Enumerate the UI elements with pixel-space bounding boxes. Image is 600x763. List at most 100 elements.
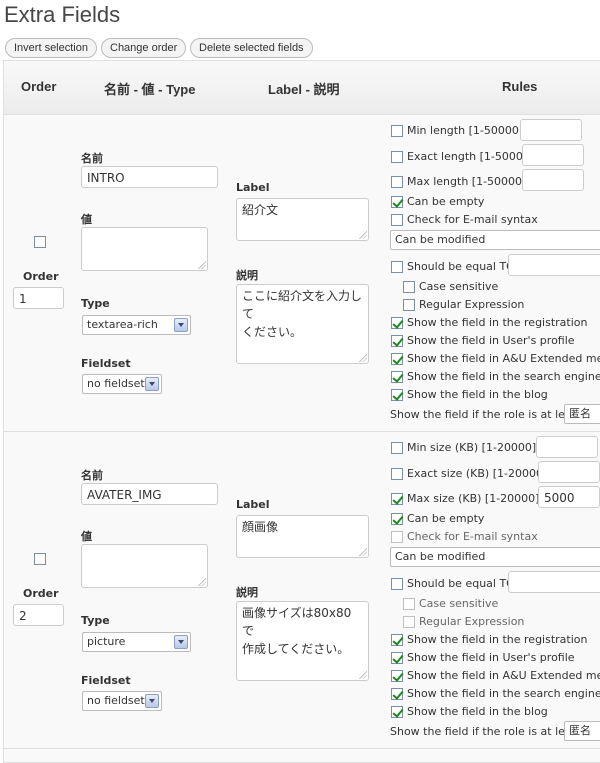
case-sensitive-checkbox[interactable]: [403, 598, 415, 610]
min-length-checkbox[interactable]: [391, 125, 403, 137]
type-select-value: picture: [87, 635, 126, 648]
invert-selection-button[interactable]: Invert selection: [5, 38, 97, 58]
type-label: Type: [81, 614, 110, 627]
value-textarea[interactable]: [81, 544, 208, 588]
extra-fields-table: Order 名前 - 値 - Type Label - 説明 Rules Ord…: [3, 60, 600, 763]
header-name: 名前 - 値 - Type: [104, 82, 196, 97]
show-registration-label: Show the field in the registration: [407, 633, 588, 646]
should-equal-label: Should be equal TO:: [407, 577, 519, 590]
can-be-empty-checkbox[interactable]: [391, 196, 403, 208]
change-order-button[interactable]: Change order: [101, 38, 187, 58]
type-select[interactable]: textarea-rich: [82, 315, 191, 335]
show-au-menu-checkbox[interactable]: [391, 353, 403, 365]
show-registration-checkbox[interactable]: [391, 317, 403, 329]
show-search-label: Show the field in the search engine: [407, 370, 600, 383]
should-equal-input[interactable]: [508, 254, 600, 276]
regular-expression-label: Regular Expression: [419, 615, 525, 628]
show-profile-checkbox[interactable]: [391, 652, 403, 664]
max-length-input[interactable]: [522, 169, 584, 191]
label-textarea[interactable]: 顔画像: [236, 515, 369, 558]
can-be-empty-label: Can be empty: [407, 512, 485, 525]
description-textarea[interactable]: 画像サイズは80x80で 作成してください。: [236, 601, 369, 681]
case-sensitive-label: Case sensitive: [419, 597, 499, 610]
table-row: Order 2 名前 AVATER_IMG 値 Type picture Fie…: [4, 433, 600, 749]
value-label: 値: [81, 213, 92, 226]
type-select[interactable]: picture: [82, 632, 191, 652]
value-label: 値: [81, 530, 92, 543]
show-au-menu-checkbox[interactable]: [391, 670, 403, 682]
max-length-checkbox[interactable]: [391, 176, 403, 188]
header-label: Label - 説明: [268, 82, 340, 97]
chevron-down-icon: [174, 635, 188, 649]
case-sensitive-checkbox[interactable]: [403, 281, 415, 293]
header-rules: Rules: [502, 79, 538, 94]
label-textarea[interactable]: 紹介文: [236, 198, 369, 241]
min-length-input[interactable]: [520, 119, 582, 141]
chevron-down-icon: [145, 377, 159, 391]
name-input[interactable]: AVATER_IMG: [81, 483, 218, 505]
min-length-label: Min length [1-50000]:: [407, 124, 527, 137]
show-search-label: Show the field in the search engine: [407, 687, 600, 700]
regular-expression-label: Regular Expression: [419, 298, 525, 311]
max-size-checkbox[interactable]: [391, 493, 403, 505]
name-input[interactable]: INTRO: [81, 166, 218, 188]
should-equal-checkbox[interactable]: [391, 261, 403, 273]
label-label: Label: [236, 498, 270, 511]
show-blog-checkbox[interactable]: [391, 706, 403, 718]
order-input[interactable]: 1: [13, 287, 64, 309]
should-equal-label: Should be equal TO:: [407, 260, 519, 273]
modify-select[interactable]: Can be modified: [390, 547, 600, 567]
min-size-input[interactable]: [536, 436, 598, 458]
should-equal-input[interactable]: [508, 571, 600, 593]
show-profile-checkbox[interactable]: [391, 335, 403, 347]
show-role-label: Show the field if the role is at least:: [390, 725, 586, 738]
show-profile-label: Show the field in User's profile: [407, 651, 575, 664]
show-blog-label: Show the field in the blog: [407, 388, 548, 401]
should-equal-checkbox[interactable]: [391, 578, 403, 590]
show-profile-label: Show the field in User's profile: [407, 334, 575, 347]
show-au-menu-label: Show the field in A&U Extended menu: [407, 669, 600, 682]
max-size-input[interactable]: 5000: [538, 486, 600, 508]
table-header: Order 名前 - 値 - Type Label - 説明 Rules: [4, 61, 600, 115]
show-search-checkbox[interactable]: [391, 688, 403, 700]
order-label: Order: [23, 270, 59, 283]
role-select[interactable]: 匿名: [564, 721, 600, 741]
role-select[interactable]: 匿名: [564, 404, 600, 424]
show-search-checkbox[interactable]: [391, 371, 403, 383]
exact-length-checkbox[interactable]: [391, 151, 403, 163]
type-label: Type: [81, 297, 110, 310]
description-textarea[interactable]: ここに紹介文を入力して ください。: [236, 284, 369, 364]
fieldset-select[interactable]: no fieldset: [82, 374, 162, 394]
row-select-checkbox[interactable]: [34, 236, 46, 248]
min-size-label: Min size (KB) [1-20000]:: [407, 441, 540, 454]
table-row: Order 1 名前 INTRO 値 Type textarea-rich Fi…: [4, 116, 600, 432]
show-blog-checkbox[interactable]: [391, 389, 403, 401]
exact-size-input[interactable]: [538, 461, 600, 483]
check-email-checkbox[interactable]: [391, 531, 403, 543]
check-email-checkbox[interactable]: [391, 214, 403, 226]
delete-selected-button[interactable]: Delete selected fields: [190, 38, 313, 58]
regular-expression-checkbox[interactable]: [403, 616, 415, 628]
chevron-down-icon: [145, 694, 159, 708]
show-registration-checkbox[interactable]: [391, 634, 403, 646]
exact-size-checkbox[interactable]: [391, 468, 403, 480]
modify-select-value: Can be modified: [395, 233, 486, 246]
chevron-down-icon: [174, 318, 188, 332]
max-length-label: Max length [1-50000]:: [407, 175, 531, 188]
show-role-label: Show the field if the role is at least:: [390, 408, 586, 421]
label-label: Label: [236, 181, 270, 194]
name-label: 名前: [81, 152, 103, 165]
check-email-label: Check for E-mail syntax: [407, 213, 538, 226]
max-size-label: Max size (KB) [1-20000]:: [407, 492, 544, 505]
row-select-checkbox[interactable]: [34, 553, 46, 565]
min-size-checkbox[interactable]: [391, 442, 403, 454]
exact-length-input[interactable]: [522, 144, 584, 166]
show-au-menu-label: Show the field in A&U Extended menu: [407, 352, 600, 365]
order-input[interactable]: 2: [13, 604, 64, 626]
can-be-empty-checkbox[interactable]: [391, 513, 403, 525]
description-label: 説明: [236, 269, 258, 282]
fieldset-select[interactable]: no fieldset: [82, 691, 162, 711]
modify-select[interactable]: Can be modified: [390, 230, 600, 250]
value-textarea[interactable]: [81, 227, 208, 271]
regular-expression-checkbox[interactable]: [403, 299, 415, 311]
